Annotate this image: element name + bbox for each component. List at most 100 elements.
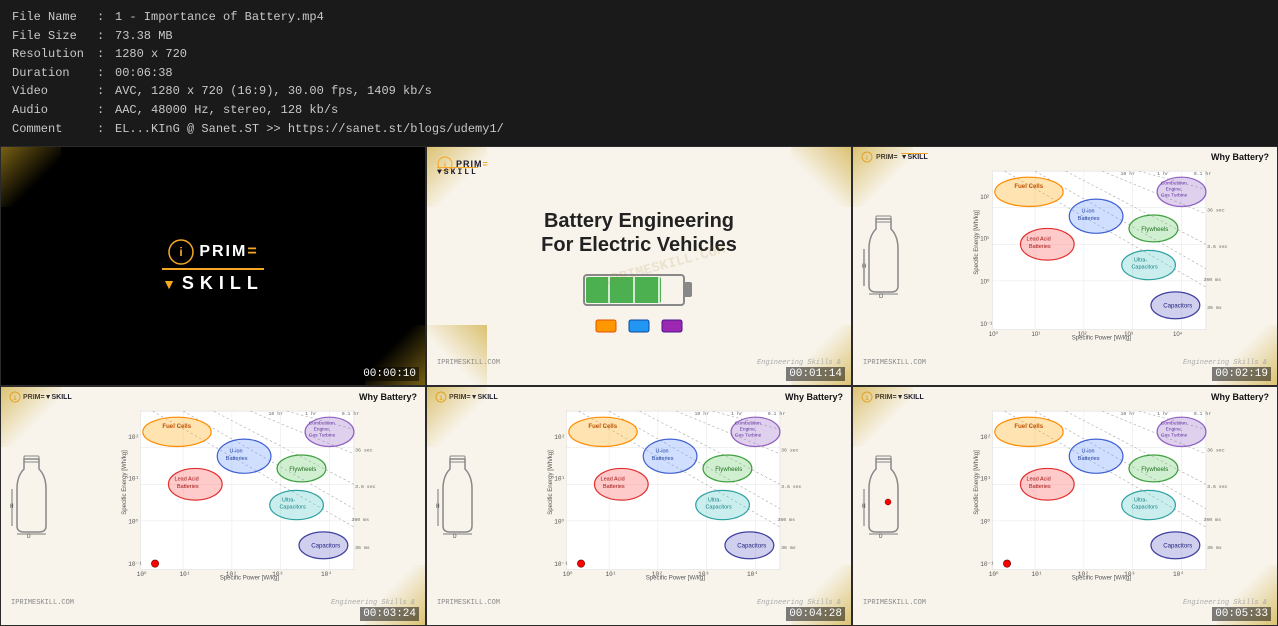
svg-text:10⁰: 10⁰ [554,518,564,525]
thumbnail-5[interactable]: i PRIM=▼SKILL Why Battery? H [426,386,852,626]
svg-text:Batteries: Batteries [1029,244,1051,250]
meta-filename-label: File Name [12,8,97,27]
meta-sep-3: : [97,45,115,64]
svg-text:36 sec: 36 sec [1207,208,1225,214]
svg-text:10³: 10³ [272,571,283,578]
svg-text:10⁰: 10⁰ [563,571,573,578]
svg-text:10 hr: 10 hr [695,411,710,417]
svg-text:10³: 10³ [1124,571,1135,578]
slide2-skill-text: ▼SKILL [437,167,478,177]
chart4-area: H D [1,405,425,593]
slide6-footer-right: Engineering Skills & [1183,599,1267,607]
svg-text:10¹: 10¹ [554,476,565,483]
thumbnail-6[interactable]: i PRIM=▼SKILL Why Battery? H [852,386,1278,626]
thumb-4-inner: i PRIM=▼SKILL Why Battery? H [1,387,425,625]
svg-text:Batteries: Batteries [652,456,674,462]
svg-text:U-ion: U-ion [1081,449,1094,455]
svg-text:10²: 10² [554,434,565,441]
svg-text:Batteries: Batteries [603,484,625,490]
battery-slide-content: i PRIM= ▼SKILL iPRIMESKILL.COM Battery E… [427,147,851,385]
svg-text:Batteries: Batteries [1029,484,1051,490]
timestamp-1: 00:00:10 [360,367,419,381]
svg-text:0.1 hr: 0.1 hr [1194,171,1212,177]
svg-text:Engine,: Engine, [740,427,757,433]
thumb-6-inner: i PRIM=▼SKILL Why Battery? H [853,387,1277,625]
circuit-el-2 [627,317,652,335]
svg-text:0.1 hr: 0.1 hr [342,411,360,417]
svg-text:10⁴: 10⁴ [1173,331,1183,338]
svg-text:36 ms: 36 ms [1207,545,1222,551]
svg-text:Flywheels: Flywheels [1141,466,1168,473]
thumbnails-grid: i PRIM= ▼SKILL 00:00:10 [0,146,1278,626]
timestamp-4: 00:03:24 [360,607,419,621]
svg-text:10²: 10² [1078,571,1089,578]
thumbnail-4[interactable]: i PRIM=▼SKILL Why Battery? H [0,386,426,626]
meta-audio-value: AAC, 48000 Hz, stereo, 128 kb/s [115,101,338,120]
ragone-chart-5: Fuel Cells Combustion Engine, Gas Turbin… [482,405,846,588]
meta-video-label: Video [12,82,97,101]
svg-text:Capacitors: Capacitors [1163,543,1192,550]
svg-text:1 hr: 1 hr [1157,171,1169,177]
iprime-logo-cell1: i PRIM= ▼SKILL [162,238,264,294]
ragone-chart-6: Fuel Cells Combustion Engine, Gas Turbin… [908,405,1272,588]
svg-text:0.1 hr: 0.1 hr [768,411,786,417]
meta-sep-6: : [97,101,115,120]
thumb-1-inner: i PRIM= ▼SKILL [1,147,425,385]
svg-text:Specific Energy [Wh/kg]: Specific Energy [Wh/kg] [973,450,980,515]
bottle-svg-5: H D [435,454,480,539]
battery-title-line1: Battery Engineering [544,208,734,234]
svg-text:Gas Turbine: Gas Turbine [735,433,762,439]
svg-text:36 sec: 36 sec [781,448,799,454]
thumbnail-3[interactable]: i PRIM= ▼SKILL Why Battery? [852,146,1278,386]
chart6-area: H D [853,405,1277,593]
svg-text:H: H [436,503,440,510]
svg-text:Gas Turbine: Gas Turbine [1161,433,1188,439]
chart-slide-6: i PRIM=▼SKILL Why Battery? H [853,387,1277,625]
meta-duration: Duration : 00:06:38 [12,64,1266,83]
svg-text:Batteries: Batteries [1078,456,1100,462]
chart3-area: H D [853,165,1277,353]
timestamp-5: 00:04:28 [786,607,845,621]
svg-text:10 hr: 10 hr [1121,411,1136,417]
chart5-why-battery: Why Battery? [785,392,843,402]
svg-text:10⁰: 10⁰ [980,278,990,285]
svg-text:1 hr: 1 hr [1157,411,1169,417]
corner-tl-4 [1,387,61,447]
svg-text:Lead Acid: Lead Acid [601,477,625,483]
svg-text:Capacitors: Capacitors [311,543,340,550]
svg-text:Combustion: Combustion [735,421,761,427]
svg-text:10²: 10² [652,571,663,578]
svg-text:Capacitors: Capacitors [705,505,731,511]
svg-text:10¹: 10¹ [980,476,991,483]
svg-text:Engine,: Engine, [1166,427,1183,433]
slide2-footer: IPRIMESKILL.COM Engineering Skills & [427,359,851,367]
svg-text:10⁻¹: 10⁻¹ [554,561,568,568]
circuit-el-1 [594,317,619,335]
svg-text:36 ms: 36 ms [1207,305,1222,311]
svg-text:3.6 sec: 3.6 sec [781,484,802,490]
thumbnail-2[interactable]: i PRIM= ▼SKILL iPRIMESKILL.COM Battery E… [426,146,852,386]
svg-text:H: H [10,503,14,510]
slide3-footer-right: Engineering Skills & [1183,359,1267,367]
svg-text:Capacitors: Capacitors [279,505,305,511]
logo-text-group: PRIM= [199,243,258,261]
slide2-footer-right: Engineering Skills & [757,359,841,367]
svg-text:Fuel Cells: Fuel Cells [588,423,617,430]
meta-duration-value: 00:06:38 [115,64,173,83]
thumb-5-inner: i PRIM=▼SKILL Why Battery? H [427,387,851,625]
svg-text:Capacitors: Capacitors [1131,505,1157,511]
circuit-el-3 [660,317,685,335]
svg-text:Ultra-: Ultra- [708,498,722,504]
thumbnail-1[interactable]: i PRIM= ▼SKILL 00:00:10 [0,146,426,386]
bottle-svg-6: H D [861,454,906,539]
svg-text:10⁴: 10⁴ [747,571,758,578]
svg-text:i: i [180,245,183,259]
thumb-2-inner: i PRIM= ▼SKILL iPRIMESKILL.COM Battery E… [427,147,851,385]
svg-text:U-ion: U-ion [229,449,242,455]
corner-tl-6 [853,387,913,447]
svg-text:10³: 10³ [698,571,709,578]
svg-text:10¹: 10¹ [1031,571,1042,578]
chart6-header: i PRIM=▼SKILL Why Battery? [853,387,1277,405]
svg-text:Ultra-: Ultra- [1134,498,1148,504]
svg-text:Combustion: Combustion [309,421,335,427]
